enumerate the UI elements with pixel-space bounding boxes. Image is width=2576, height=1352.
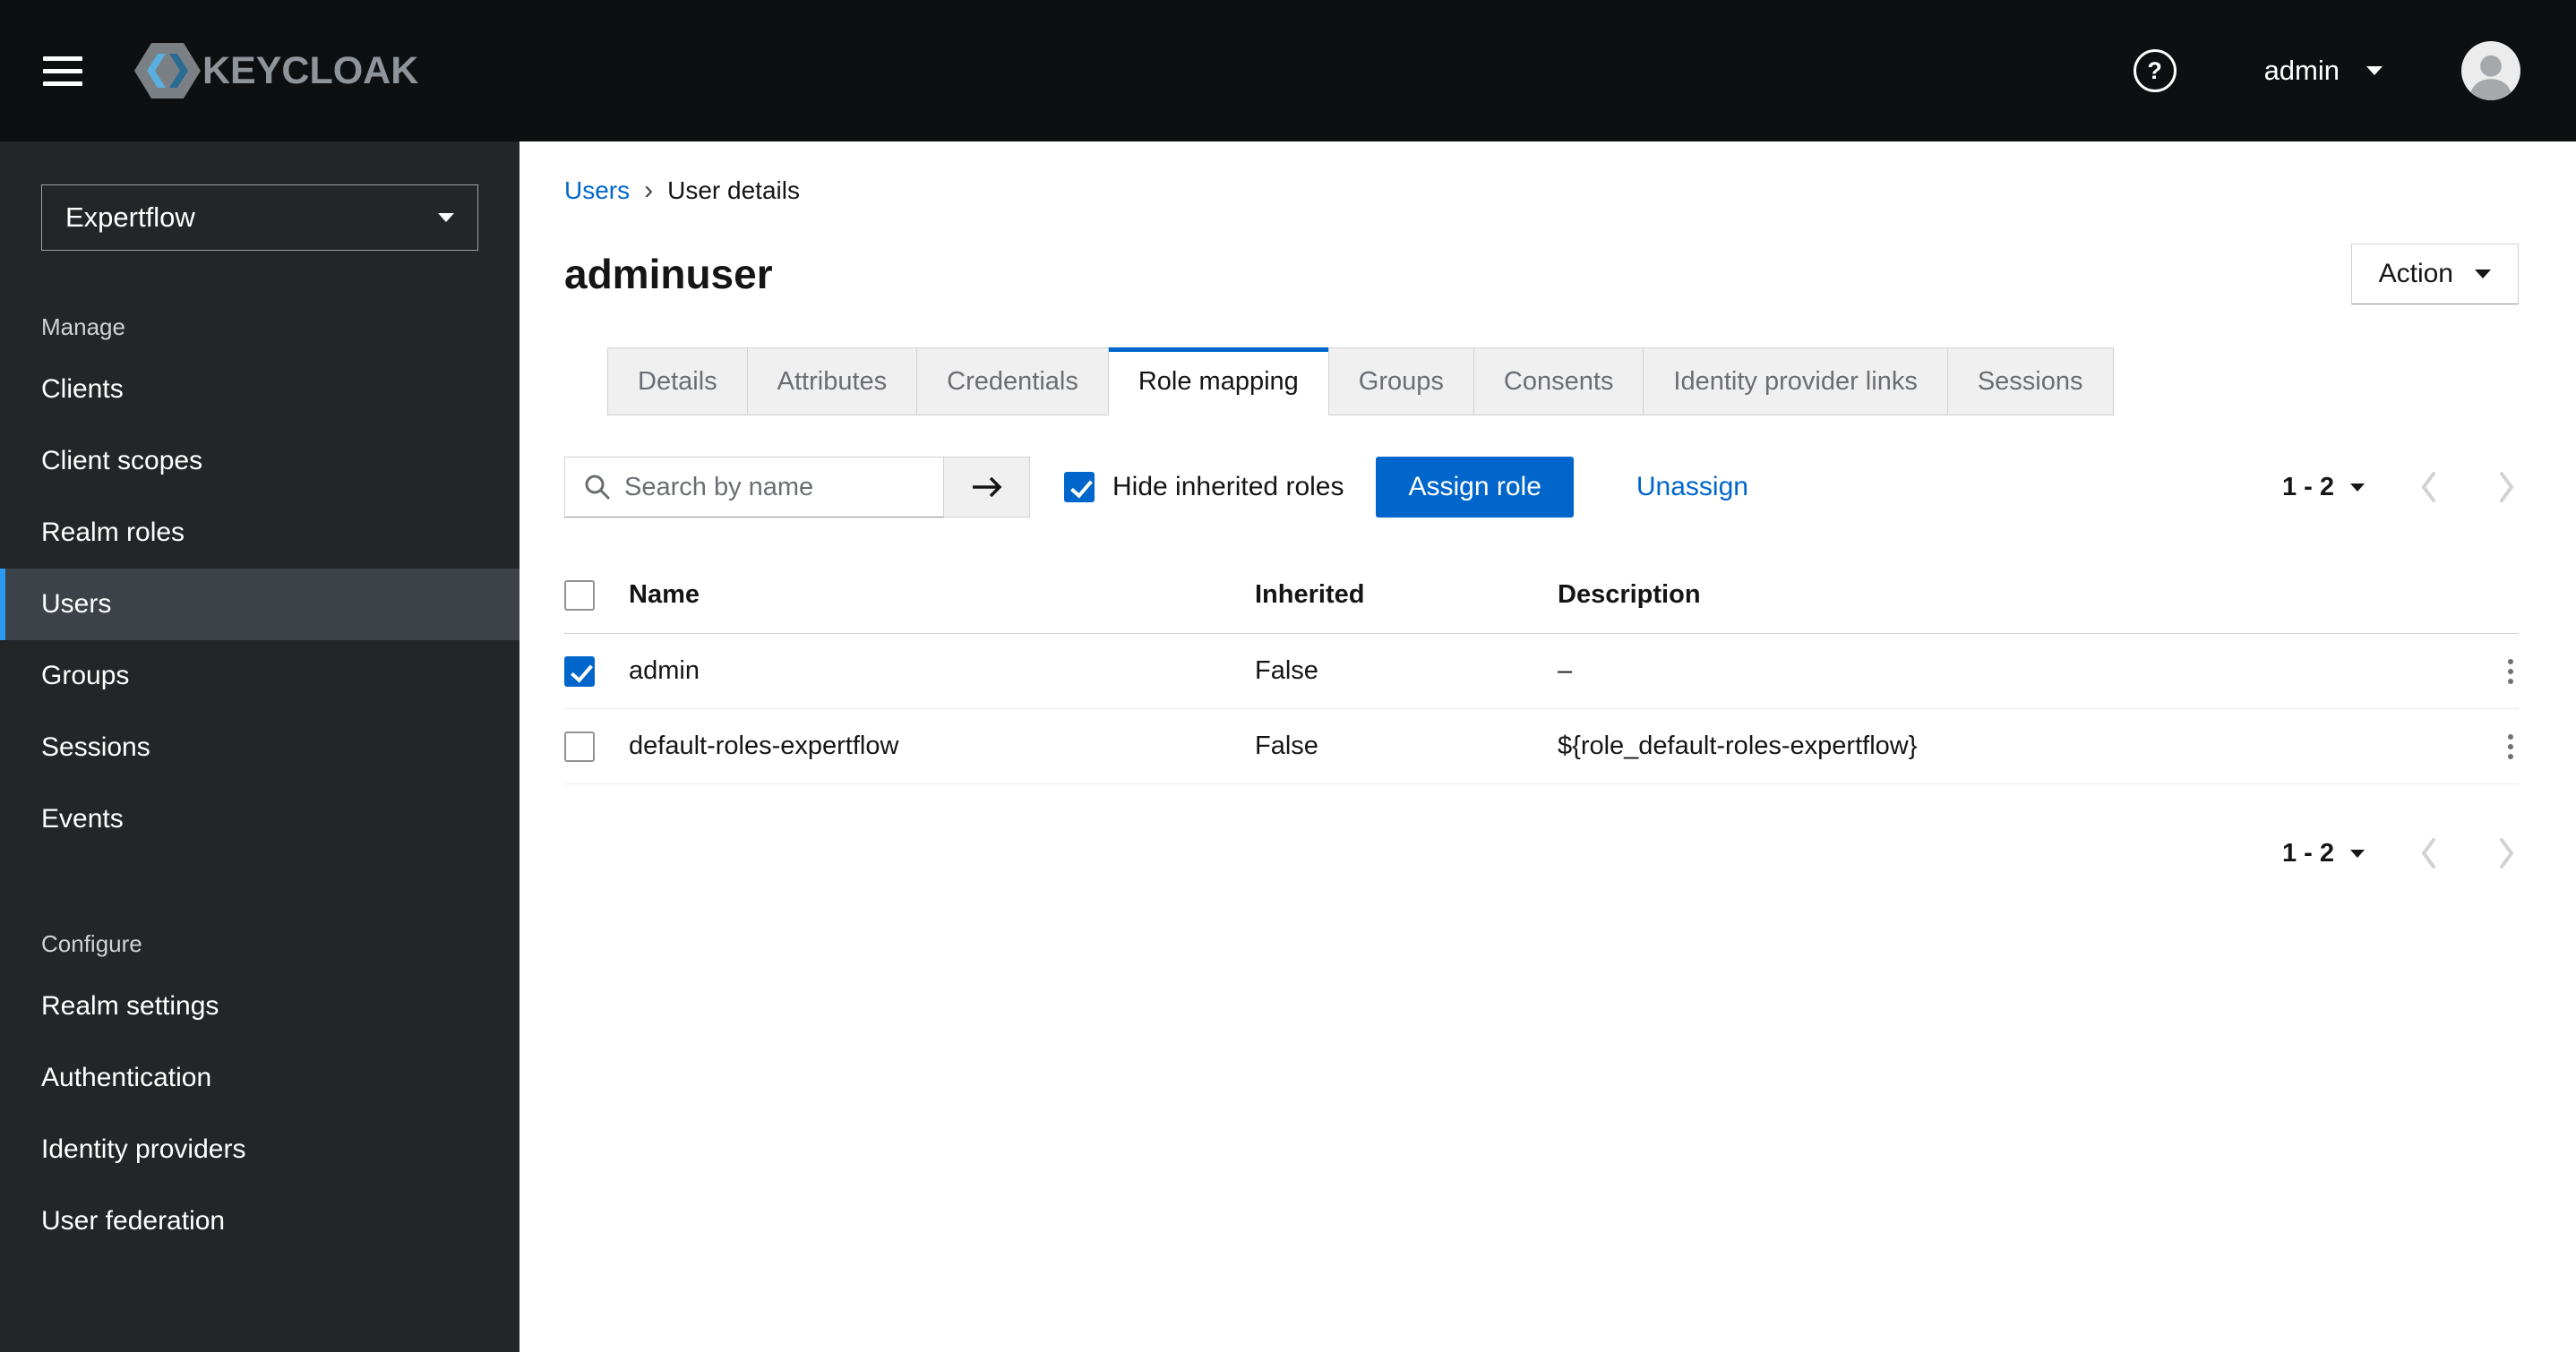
nav-manage: Clients Client scopes Realm roles Users … [0, 354, 519, 855]
hide-inherited-label[interactable]: Hide inherited roles [1112, 472, 1344, 502]
column-header-name: Name [629, 580, 700, 609]
sidebar-item-realm-settings[interactable]: Realm settings [0, 971, 519, 1042]
row-checkbox[interactable] [564, 731, 595, 762]
tab-credentials[interactable]: Credentials [916, 347, 1109, 415]
sidebar-item-client-scopes[interactable]: Client scopes [0, 425, 519, 497]
search-box [564, 457, 944, 518]
breadcrumb-users-link[interactable]: Users [564, 176, 630, 205]
inherited-cell: False [1255, 732, 1318, 760]
tab-consents[interactable]: Consents [1473, 347, 1644, 415]
column-header-inherited: Inherited [1255, 580, 1365, 609]
chevron-left-icon [2421, 472, 2435, 502]
tab-groups[interactable]: Groups [1327, 347, 1474, 415]
pagination-bottom: 1 - 2 [2282, 834, 2519, 872]
masthead: KEYCLOAK ? admin [0, 0, 2576, 141]
search-icon [585, 475, 611, 501]
sidebar-item-sessions[interactable]: Sessions [0, 712, 519, 783]
tab-identity-provider-links[interactable]: Identity provider links [1643, 347, 1948, 415]
role-mapping-table: Name Inherited Description admin False –… [564, 557, 2519, 784]
tab-role-mapping[interactable]: Role mapping [1107, 347, 1329, 415]
nav-toggle-icon[interactable] [43, 56, 82, 86]
breadcrumb-separator-icon: › [644, 175, 654, 205]
avatar[interactable] [2461, 41, 2520, 100]
pagination-top: 1 - 2 [2282, 468, 2519, 506]
help-icon[interactable]: ? [2133, 49, 2177, 92]
main-content: Users › User details adminuser Action De… [519, 141, 2576, 1352]
hide-inherited-checkbox[interactable] [1064, 472, 1095, 502]
chevron-down-icon [2366, 66, 2383, 75]
chevron-down-icon [2350, 849, 2365, 858]
masthead-right: ? admin [2133, 41, 2520, 100]
title-row: adminuser Action [564, 244, 2519, 304]
search-group [564, 457, 1030, 518]
kebab-menu-icon[interactable] [2503, 729, 2519, 765]
realm-selector-value: Expertflow [65, 201, 195, 233]
nav-section-configure: Configure [41, 930, 142, 957]
pagination-menu-toggle[interactable]: 1 - 2 [2282, 839, 2365, 869]
pagination-menu-toggle[interactable]: 1 - 2 [2282, 473, 2365, 502]
pagination-prev-button[interactable] [2417, 468, 2440, 506]
chevron-down-icon [438, 213, 454, 222]
sidebar-item-user-federation[interactable]: User federation [0, 1185, 519, 1257]
pagination-prev-button[interactable] [2417, 834, 2440, 872]
breadcrumb: Users › User details [564, 175, 2519, 206]
pagination-next-button[interactable] [2495, 468, 2519, 506]
table-row: admin False – [564, 634, 2519, 709]
select-all-checkbox[interactable] [564, 579, 595, 611]
sidebar-item-realm-roles[interactable]: Realm roles [0, 497, 519, 569]
breadcrumb-current: User details [667, 176, 800, 204]
tab-sessions[interactable]: Sessions [1946, 347, 2114, 415]
toolbar: Hide inherited roles Assign role Unassig… [564, 457, 2519, 518]
kebab-menu-icon[interactable] [2503, 654, 2519, 689]
brand-wordmark: KEYCLOAK [202, 48, 419, 92]
table-header-row: Name Inherited Description [564, 557, 2519, 634]
chevron-left-icon [2421, 838, 2435, 869]
pagination-range: 1 - 2 [2281, 472, 2334, 501]
sidebar-item-authentication[interactable]: Authentication [0, 1042, 519, 1114]
keycloak-logo-icon [134, 43, 201, 98]
chevron-down-icon [2475, 270, 2491, 278]
assign-role-button[interactable]: Assign role [1376, 457, 1574, 518]
arrow-right-icon [972, 476, 1001, 498]
pagination-nav [2417, 834, 2519, 872]
chevron-right-icon [2500, 472, 2514, 502]
hide-inherited-group: Hide inherited roles [1064, 472, 1344, 502]
pagination-nav [2417, 468, 2519, 506]
sidebar-item-users[interactable]: Users [0, 569, 519, 640]
table-row: default-roles-expertflow False ${role_de… [564, 709, 2519, 784]
action-dropdown-button[interactable]: Action [2350, 244, 2519, 304]
column-header-description: Description [1558, 580, 1701, 609]
role-name-cell: admin [629, 656, 700, 685]
search-input[interactable] [624, 472, 931, 502]
sidebar-item-identity-providers[interactable]: Identity providers [0, 1114, 519, 1185]
sidebar: Expertflow Manage Clients Client scopes … [0, 141, 519, 1352]
keycloak-logo: KEYCLOAK [134, 43, 418, 98]
search-submit-button[interactable] [944, 457, 1030, 518]
pagination-next-button[interactable] [2495, 834, 2519, 872]
sidebar-item-events[interactable]: Events [0, 783, 519, 855]
chevron-right-icon [2500, 838, 2514, 869]
sidebar-item-clients[interactable]: Clients [0, 354, 519, 425]
sidebar-item-groups[interactable]: Groups [0, 640, 519, 712]
inherited-cell: False [1255, 656, 1318, 685]
username-label: admin [2263, 55, 2340, 86]
nav-section-manage: Manage [41, 313, 125, 340]
description-cell: – [1558, 656, 1573, 685]
tab-details[interactable]: Details [607, 347, 748, 415]
pagination-range: 1 - 2 [2281, 838, 2334, 868]
user-menu[interactable]: admin [2264, 55, 2383, 87]
realm-selector[interactable]: Expertflow [41, 184, 478, 251]
description-cell: ${role_default-roles-expertflow} [1558, 732, 1918, 760]
tabs: Details Attributes Credentials Role mapp… [607, 347, 2519, 415]
role-name-cell: default-roles-expertflow [629, 732, 899, 760]
tab-attributes[interactable]: Attributes [746, 347, 918, 415]
page-title: adminuser [564, 251, 773, 297]
chevron-down-icon [2350, 483, 2365, 492]
unassign-link[interactable]: Unassign [1636, 472, 1748, 502]
pagination-bottom-row: 1 - 2 [564, 834, 2519, 872]
nav-configure: Realm settings Authentication Identity p… [0, 971, 519, 1257]
row-checkbox[interactable] [564, 655, 595, 687]
